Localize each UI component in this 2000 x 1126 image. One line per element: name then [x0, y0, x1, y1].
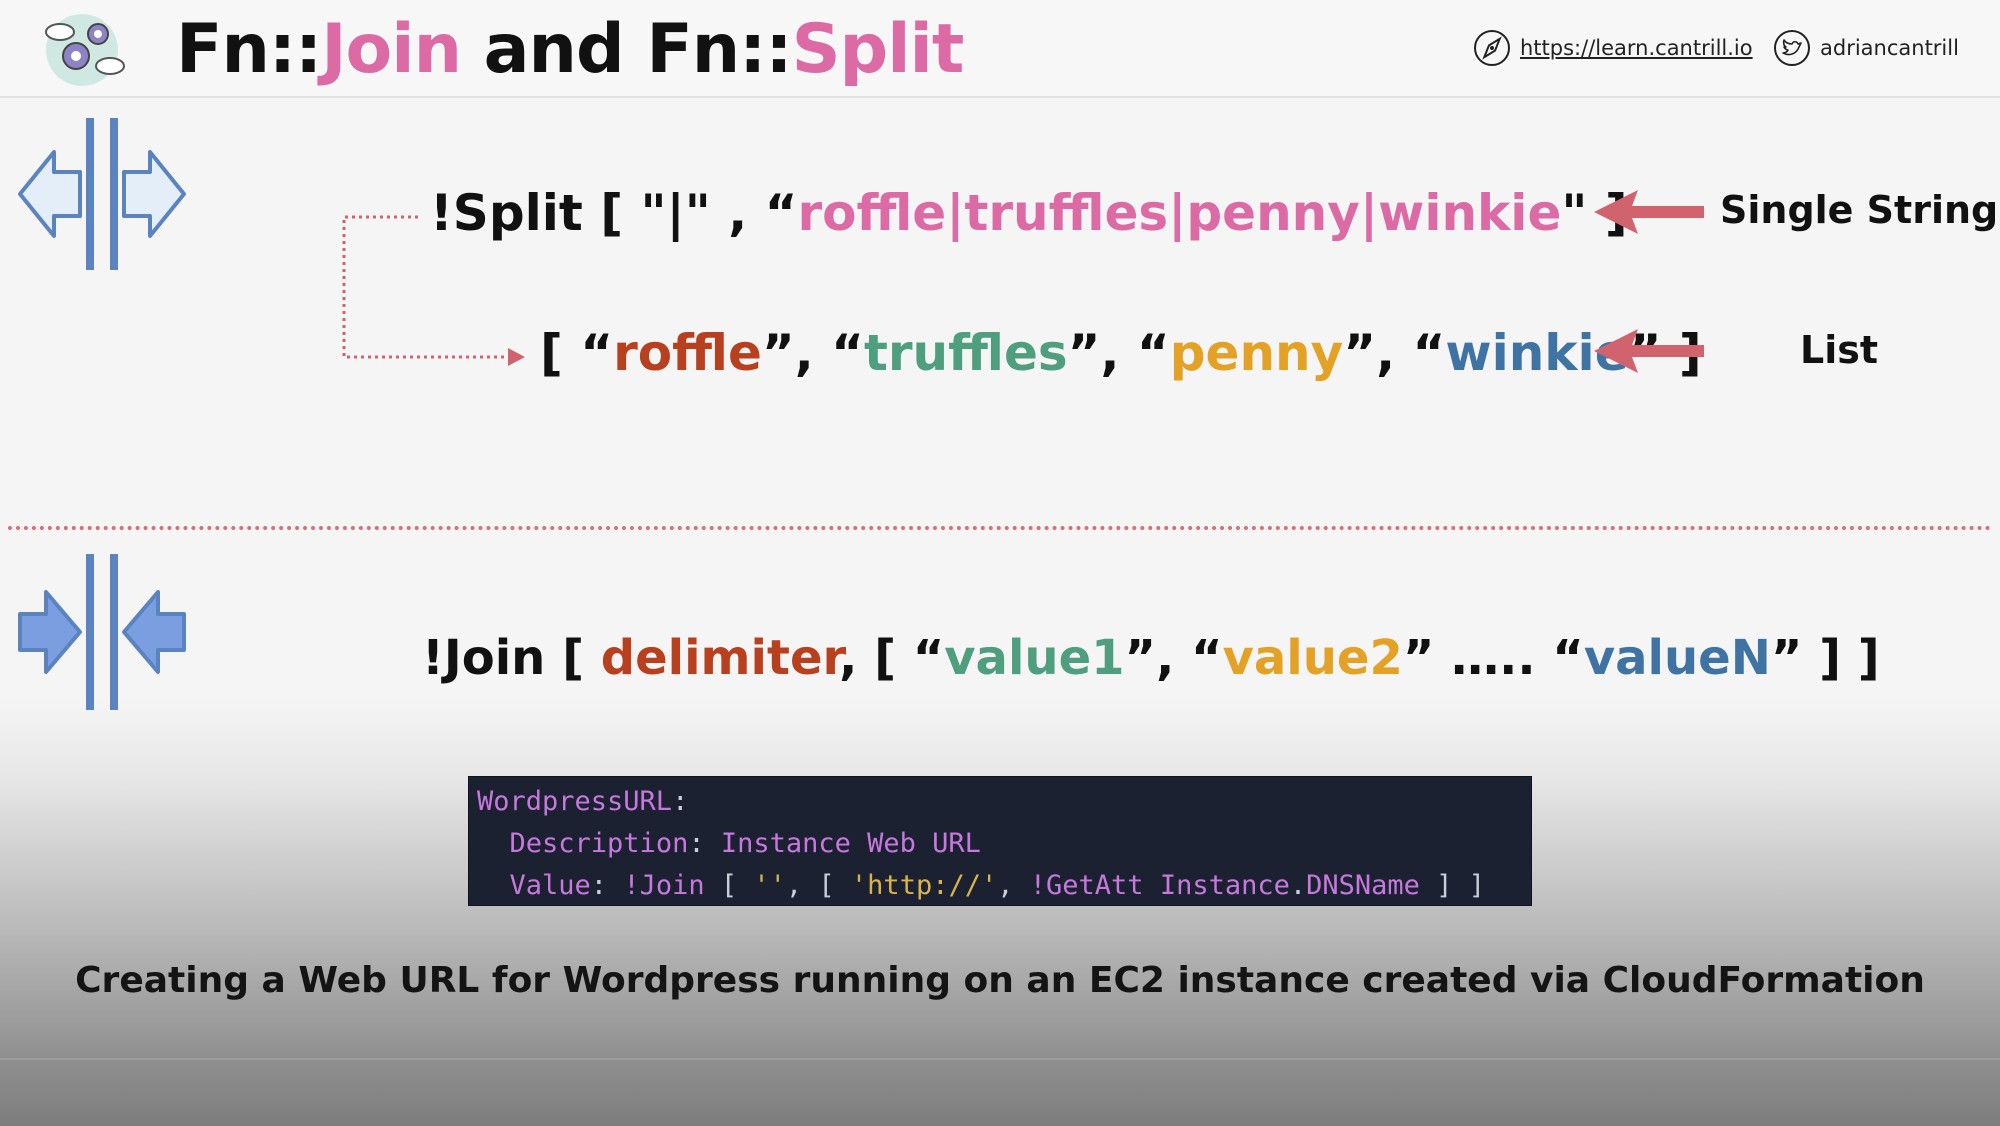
code-line-3: Value: !Join [ '', [ 'http://', !GetAtt … — [509, 870, 1485, 901]
bottom-divider — [0, 1058, 2000, 1060]
website-link[interactable]: https://learn.cantrill.io — [1472, 28, 1753, 68]
code-line-1: WordpressURL: — [477, 786, 689, 817]
code-snippet: WordpressURL: Description: Instance Web … — [468, 776, 1532, 906]
slide-caption: Creating a Web URL for Wordpress running… — [75, 960, 1925, 1001]
gears-logo-icon — [36, 10, 132, 90]
list-example: [ “roffle”, “truffles”, “penny”, “winkie… — [540, 324, 1702, 382]
twitter-bird-icon — [1774, 30, 1810, 66]
list-arrow-icon — [1594, 327, 1704, 375]
split-to-list-connector — [330, 205, 530, 375]
single-string-label: Single String — [1720, 188, 1999, 232]
split-example: !Split [ "|" , “roffle|truffles|penny|wi… — [430, 184, 1628, 242]
website-url[interactable]: https://learn.cantrill.io — [1520, 36, 1753, 60]
join-arrows-icon — [18, 552, 188, 712]
compass-icon — [1474, 30, 1510, 66]
section-divider — [8, 526, 1992, 530]
split-arrows-icon — [18, 114, 188, 274]
single-string-arrow-icon — [1594, 188, 1704, 236]
code-line-2: Description: Instance Web URL — [509, 828, 981, 859]
join-syntax: !Join [ delimiter, [ “value1”, “value2” … — [422, 630, 1880, 686]
list-label: List — [1800, 328, 1879, 372]
slide-title: Fn::Join and Fn::Split — [176, 10, 964, 89]
twitter-username: adriancantrill — [1820, 36, 1959, 60]
slide-header: Fn::Join and Fn::Split https://learn.can… — [0, 0, 2000, 98]
twitter-handle[interactable]: adriancantrill — [1772, 28, 1959, 68]
